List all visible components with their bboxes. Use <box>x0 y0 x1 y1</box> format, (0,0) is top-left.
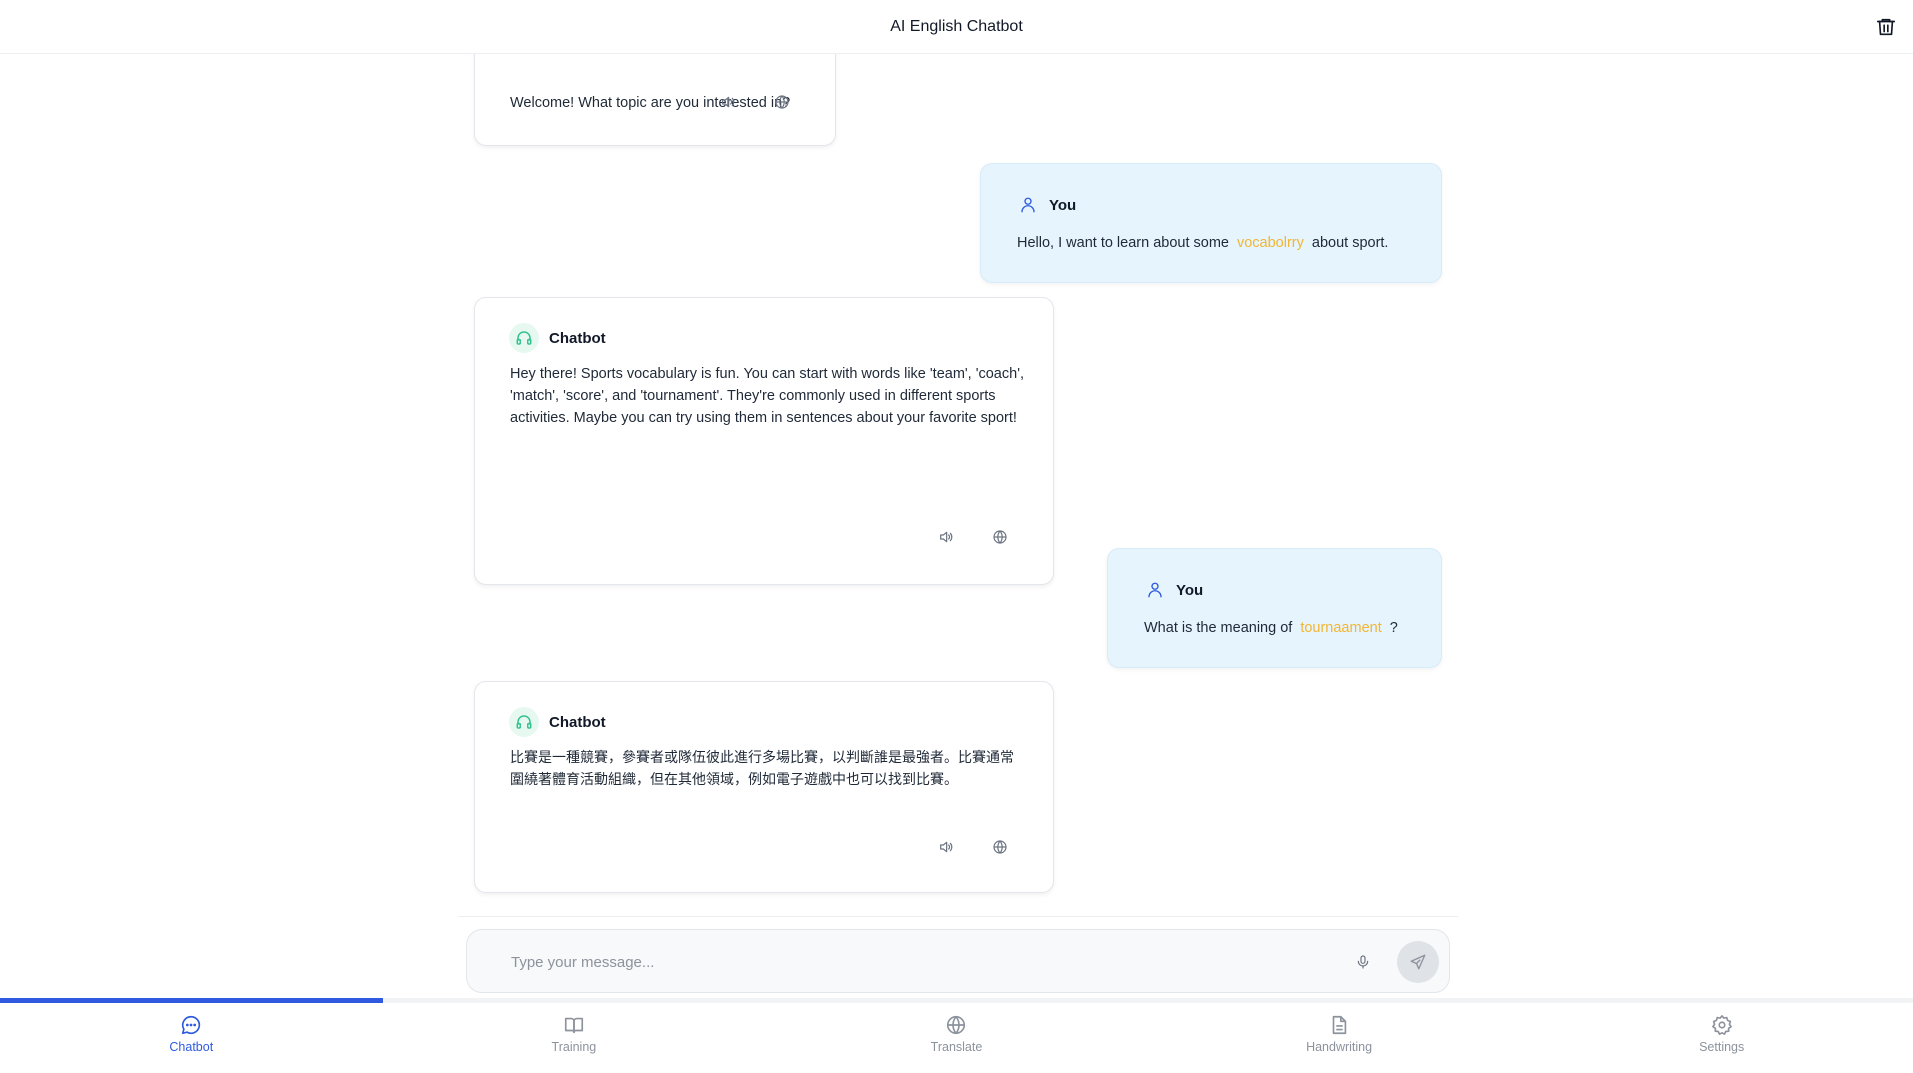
message-text-part: What is the meaning of <box>1144 620 1293 636</box>
globe-icon[interactable] <box>991 528 1009 546</box>
gear-icon <box>1711 1015 1732 1035</box>
app-header: AI English Chatbot <box>0 0 1913 54</box>
sender-name: Chatbot <box>549 329 606 347</box>
user-message: You Hello, I want to learn about some voc… <box>980 163 1442 283</box>
chatbot-message: Welcome! What topic are you interested i… <box>474 54 836 146</box>
nav-label: Settings <box>1699 1040 1745 1054</box>
message-sender: Chatbot <box>509 707 606 737</box>
nav-item-handwriting[interactable]: Handwriting <box>1148 1003 1531 1073</box>
message-text: Hello, I want to learn about some vocabol… <box>1017 232 1388 254</box>
nav-label: Training <box>551 1040 597 1054</box>
message-actions <box>937 838 1009 856</box>
sender-name: You <box>1049 196 1077 214</box>
chat-bubble-icon <box>182 1015 201 1035</box>
nav-label: Translate <box>930 1040 983 1054</box>
message-text-part: Hello, I want to learn about some <box>1017 235 1229 251</box>
message-text-part: ? <box>1389 620 1398 636</box>
user-message: You What is the meaning of tournaament? <box>1107 548 1442 668</box>
highlighted-word[interactable]: vocabolrry <box>1237 235 1304 251</box>
nav-label: Chatbot <box>169 1040 214 1054</box>
nav-item-translate[interactable]: Translate <box>765 1003 1148 1073</box>
message-actions <box>937 528 1009 546</box>
send-icon <box>1410 954 1426 970</box>
chatbot-message: Chatbot 比賽是一種競賽，參賽者或隊伍彼此進行多場比賽，以判斷誰是最強者。… <box>474 681 1054 893</box>
book-icon <box>564 1017 583 1034</box>
message-input[interactable] <box>511 950 1311 974</box>
globe-icon <box>947 1015 966 1035</box>
message-sender: You <box>1017 194 1076 216</box>
chat-area[interactable]: Welcome! What topic are you interested i… <box>0 54 1913 916</box>
message-actions <box>719 93 791 111</box>
user-icon <box>1017 194 1039 216</box>
message-composer <box>466 929 1450 993</box>
speaker-icon[interactable] <box>937 838 955 856</box>
composer-area <box>458 916 1458 998</box>
message-text: 比賽是一種競賽，參賽者或隊伍彼此進行多場比賽，以判斷誰是最強者。比賽通常圍繞著體… <box>510 750 1014 788</box>
nav-item-training[interactable]: Training <box>383 1003 766 1073</box>
headphones-icon <box>509 323 539 353</box>
page-title: AI English Chatbot <box>890 17 1023 35</box>
chatbot-message: Chatbot Hey there! Sports vocabulary is … <box>474 297 1054 585</box>
message-text: What is the meaning of tournaament? <box>1144 617 1398 639</box>
globe-icon[interactable] <box>773 93 791 111</box>
speaker-icon[interactable] <box>937 528 955 546</box>
user-icon <box>1144 579 1166 601</box>
message-text-part: about sport. <box>1311 235 1389 251</box>
nav-item-chatbot[interactable]: Chatbot <box>0 1003 383 1073</box>
highlighted-word[interactable]: tournaament <box>1300 620 1381 636</box>
nav-label: Handwriting <box>1306 1040 1373 1054</box>
document-icon <box>1332 1015 1347 1035</box>
message-text: Hey there! Sports vocabulary is fun. You… <box>510 366 1024 426</box>
microphone-icon[interactable] <box>1353 952 1373 972</box>
nav-item-settings[interactable]: Settings <box>1530 1003 1913 1073</box>
send-button[interactable] <box>1397 941 1439 983</box>
sender-name: You <box>1176 581 1204 599</box>
headphones-icon <box>509 707 539 737</box>
message-sender: Chatbot <box>509 323 606 353</box>
globe-icon[interactable] <box>991 838 1009 856</box>
message-sender: You <box>1144 579 1203 601</box>
bottom-nav: Chatbot Training Translate Handwriting S… <box>0 1003 1913 1073</box>
sender-name: Chatbot <box>549 713 606 731</box>
speaker-icon[interactable] <box>719 93 737 111</box>
trash-icon[interactable] <box>1873 14 1899 40</box>
